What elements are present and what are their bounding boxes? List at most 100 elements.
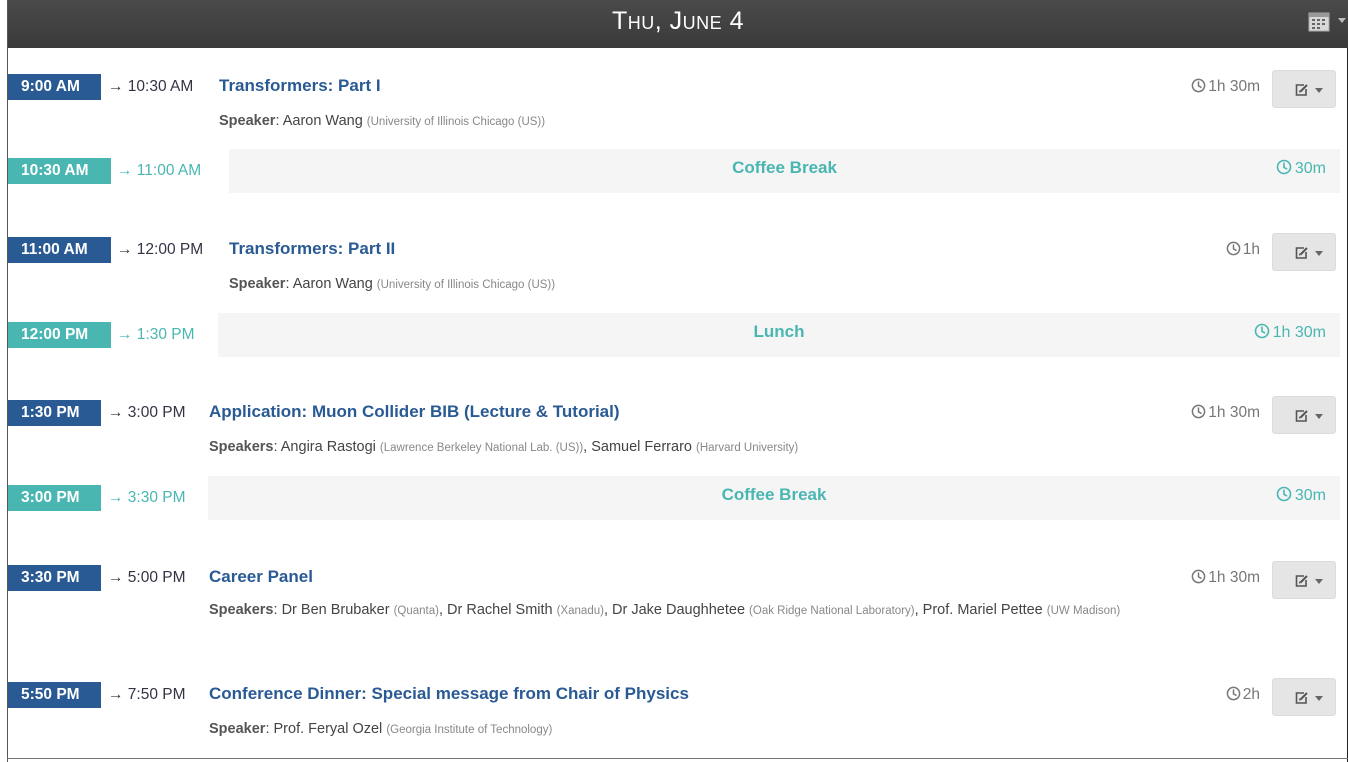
timetable-frame: Thu, June 4 9:00 AM → 10:30 AM Transformer… — [0, 0, 1348, 762]
speaker-list: Speaker: Aaron Wang (University of Illin… — [219, 113, 546, 129]
clock-icon — [1276, 486, 1295, 504]
caret-down-icon — [1315, 414, 1323, 419]
end-time: → 12:00 PM — [117, 241, 204, 258]
speaker-affiliation: (Lawrence Berkeley National Lab. (US)) — [379, 442, 584, 454]
break-title: Coffee Break — [721, 485, 827, 504]
speaker-name: Dr Rachel Smith — [447, 602, 553, 618]
clock-icon — [1254, 323, 1273, 341]
edit-menu-button[interactable] — [1272, 70, 1336, 108]
speaker-affiliation: (Quanta) — [393, 605, 439, 617]
contribution-title-link[interactable]: Career Panel — [209, 564, 313, 590]
contribution-title-link[interactable]: Transformers: Part I — [219, 73, 381, 99]
edit-menu-button[interactable] — [1272, 396, 1336, 434]
break-block: Coffee Break 30m — [208, 476, 1340, 520]
speaker-name: Aaron Wang — [282, 113, 363, 129]
speakers-label: Speaker — [219, 113, 276, 129]
frame-border-bottom — [7, 758, 1348, 759]
edit-icon — [1294, 246, 1309, 265]
end-time: → 10:30 AM — [108, 78, 194, 95]
duration-text: 30m — [1294, 487, 1326, 504]
day-header: Thu, June 4 — [8, 0, 1348, 48]
contribution-title-link[interactable]: Application: Muon Collider BIB (Lecture … — [209, 399, 620, 425]
speaker-name: Angira Rastogi — [280, 439, 376, 455]
speaker-name: Dr Jake Daughhetee — [612, 602, 746, 618]
speaker-list: Speaker: Prof. Feryal Ozel (Georgia Inst… — [209, 721, 553, 737]
start-time-badge: 3:00 PM — [8, 485, 101, 511]
speaker-affiliation: (Oak Ridge National Laboratory) — [749, 605, 915, 617]
break-block: Coffee Break 30m — [229, 149, 1340, 193]
day-title: Thu, June 4 — [611, 7, 744, 35]
clock-icon — [1226, 686, 1243, 703]
caret-down-icon — [1315, 251, 1323, 256]
start-time-badge: 11:00 AM — [8, 237, 111, 263]
speaker-affiliation: (Xanadu) — [556, 605, 604, 617]
speaker-name: Samuel Ferraro — [591, 439, 692, 455]
end-time: → 3:30 PM — [108, 489, 186, 506]
speakers-label: Speakers — [209, 439, 274, 455]
start-time-badge: 9:00 AM — [8, 74, 101, 100]
speaker-affiliation: (Harvard University) — [696, 442, 799, 454]
speaker-list: Speaker: Aaron Wang (University of Illin… — [229, 276, 556, 292]
edit-menu-button[interactable] — [1272, 561, 1336, 599]
duration-label: 1h 30m — [1191, 74, 1260, 100]
frame-border-left — [7, 0, 8, 762]
speaker-name: Prof. Feryal Ozel — [273, 721, 383, 737]
caret-down-icon — [1315, 88, 1323, 93]
end-time: → 5:00 PM — [108, 569, 186, 586]
duration-text: 1h — [1242, 241, 1260, 258]
speakers-label: Speaker — [209, 721, 266, 737]
speakers-label: Speakers — [209, 602, 274, 618]
duration-text: 1h 30m — [1208, 78, 1260, 95]
calendar-caret-down-icon[interactable] — [1338, 18, 1346, 23]
speaker-affiliation: (University of Illinois Chicago (US)) — [376, 279, 556, 291]
duration-text: 1h 30m — [1272, 324, 1326, 341]
contribution-title-link[interactable]: Conference Dinner: Special message from … — [209, 681, 689, 707]
clock-icon — [1191, 78, 1208, 95]
edit-menu-button[interactable] — [1272, 233, 1336, 271]
end-time: → 7:50 PM — [108, 686, 186, 703]
duration-label: 1h 30m — [1191, 565, 1260, 591]
start-time-badge: 3:30 PM — [8, 565, 101, 591]
end-time: → 1:30 PM — [117, 326, 195, 343]
speaker-list: Speakers: Angira Rastogi (Lawrence Berke… — [209, 439, 799, 455]
caret-down-icon — [1315, 696, 1323, 701]
break-block: Lunch 1h 30m — [218, 313, 1340, 357]
edit-icon — [1294, 691, 1309, 710]
edit-icon — [1294, 409, 1309, 428]
speaker-name: Prof. Mariel Pettee — [922, 602, 1043, 618]
start-time-badge: 5:50 PM — [8, 682, 101, 708]
duration-label: 2h — [1226, 682, 1260, 708]
clock-icon — [1226, 241, 1243, 258]
speaker-name: Aaron Wang — [292, 276, 373, 292]
edit-icon — [1294, 574, 1309, 593]
speaker-affiliation: (University of Illinois Chicago (US)) — [366, 116, 546, 128]
break-title: Coffee Break — [732, 158, 837, 177]
break-duration: 30m — [1276, 486, 1326, 505]
clock-icon — [1276, 159, 1295, 177]
calendar-icon[interactable] — [1308, 10, 1330, 32]
speaker-list: Speakers: Dr Ben Brubaker (Quanta), Dr R… — [209, 602, 1121, 618]
start-time-badge: 12:00 PM — [8, 322, 111, 348]
duration-text: 30m — [1294, 160, 1326, 177]
start-time-badge: 10:30 AM — [8, 158, 111, 184]
edit-icon — [1294, 83, 1309, 102]
break-duration: 30m — [1276, 159, 1326, 178]
speaker-name: Dr Ben Brubaker — [281, 602, 390, 618]
clock-icon — [1191, 569, 1208, 586]
contribution-title-link[interactable]: Transformers: Part II — [229, 236, 395, 262]
speakers-label: Speaker — [229, 276, 286, 292]
duration-text: 1h 30m — [1208, 569, 1260, 586]
clock-icon — [1191, 404, 1208, 421]
duration-label: 1h — [1226, 237, 1260, 263]
end-time: → 3:00 PM — [108, 404, 186, 421]
caret-down-icon — [1315, 579, 1323, 584]
speaker-affiliation: (UW Madison) — [1046, 605, 1121, 617]
break-duration: 1h 30m — [1254, 323, 1326, 342]
start-time-badge: 1:30 PM — [8, 400, 101, 426]
end-time: → 11:00 AM — [117, 162, 202, 179]
edit-menu-button[interactable] — [1272, 678, 1336, 716]
duration-text: 2h — [1242, 686, 1260, 703]
speaker-affiliation: (Georgia Institute of Technology) — [386, 724, 553, 736]
duration-text: 1h 30m — [1208, 404, 1260, 421]
break-title: Lunch — [753, 322, 805, 341]
